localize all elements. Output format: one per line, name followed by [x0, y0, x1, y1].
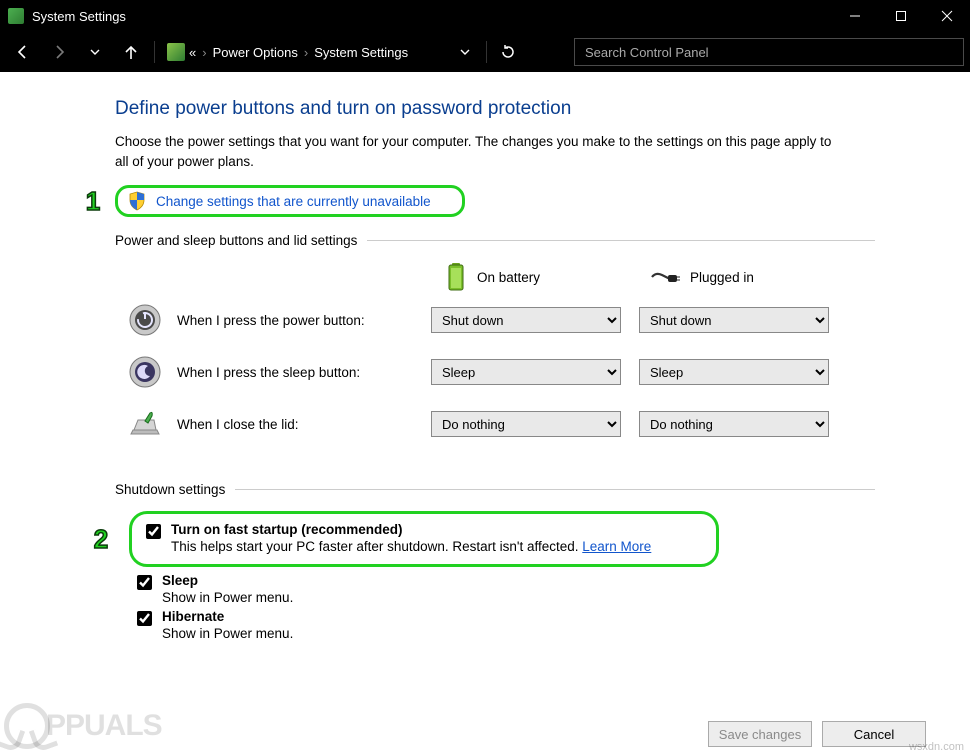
plugged-in-header: Plugged in	[650, 269, 754, 285]
page-description: Choose the power settings that you want …	[115, 132, 835, 171]
power-plugged-select[interactable]: Shut down	[639, 307, 829, 333]
on-battery-header: On battery	[445, 262, 540, 292]
power-button-row: When I press the power button: Shut down…	[127, 302, 875, 338]
separator	[486, 41, 487, 63]
fast-startup-label: Turn on fast startup (recommended)	[171, 522, 651, 537]
location-icon	[167, 43, 185, 61]
search-input[interactable]	[574, 38, 964, 66]
minimize-button[interactable]	[832, 0, 878, 32]
close-button[interactable]	[924, 0, 970, 32]
shutdown-section: Shutdown settings 2 Turn on fast startup…	[115, 482, 875, 645]
watermark-icon	[4, 703, 50, 749]
power-button-label: When I press the power button:	[177, 313, 431, 328]
address-bar[interactable]: « › Power Options › System Settings	[161, 38, 572, 66]
breadcrumb-item-power-options[interactable]: Power Options	[213, 45, 298, 60]
maximize-button[interactable]	[878, 0, 924, 32]
page-title: Define power buttons and turn on passwor…	[115, 98, 875, 120]
window-title: System Settings	[32, 9, 832, 24]
watermark-text: PPUALS	[46, 709, 162, 743]
learn-more-link[interactable]: Learn More	[582, 539, 651, 554]
address-dropdown-button[interactable]	[448, 38, 482, 66]
breadcrumb: « › Power Options › System Settings	[189, 45, 408, 60]
fast-startup-callout: 2 Turn on fast startup (recommended) Thi…	[129, 511, 719, 567]
recent-dropdown-button[interactable]	[78, 38, 112, 66]
fast-startup-desc: This helps start your PC faster after sh…	[171, 539, 651, 554]
hibernate-option-checkbox[interactable]	[137, 611, 152, 626]
hibernate-option-label: Hibernate	[162, 609, 293, 624]
back-button[interactable]	[6, 38, 40, 66]
sleep-option-row: Sleep Show in Power menu.	[137, 573, 875, 605]
buttons-lid-legend: Power and sleep buttons and lid settings	[115, 233, 367, 248]
fast-startup-row: Turn on fast startup (recommended) This …	[146, 522, 708, 554]
lid-battery-select[interactable]: Do nothing	[431, 411, 621, 437]
sleep-button-row: When I press the sleep button: Sleep Sle…	[127, 354, 875, 390]
fast-startup-checkbox[interactable]	[146, 524, 161, 539]
hibernate-option-row: Hibernate Show in Power menu.	[137, 609, 875, 641]
change-settings-callout: 1 Change settings that are currently una…	[115, 185, 465, 217]
change-settings-link[interactable]: Change settings that are currently unava…	[156, 194, 431, 209]
laptop-lid-icon	[127, 406, 163, 442]
titlebar: System Settings	[0, 0, 970, 32]
forward-button[interactable]	[42, 38, 76, 66]
content: Define power buttons and turn on passwor…	[0, 72, 970, 755]
sleep-button-icon	[127, 354, 163, 390]
power-button-icon	[127, 302, 163, 338]
callout-badge-1: 1	[80, 187, 106, 215]
footer: Save changes Cancel	[708, 721, 926, 747]
shutdown-legend: Shutdown settings	[115, 482, 235, 497]
up-button[interactable]	[114, 38, 148, 66]
save-button: Save changes	[708, 721, 812, 747]
callout-badge-2: 2	[88, 525, 114, 553]
sleep-option-checkbox[interactable]	[137, 575, 152, 590]
separator	[154, 41, 155, 63]
shield-icon	[128, 191, 146, 211]
search-box[interactable]	[574, 38, 964, 66]
lid-row: When I close the lid: Do nothing Do noth…	[127, 406, 875, 442]
sleep-battery-select[interactable]: Sleep	[431, 359, 621, 385]
sleep-plugged-select[interactable]: Sleep	[639, 359, 829, 385]
app-icon	[8, 8, 24, 24]
on-battery-label: On battery	[477, 270, 540, 285]
plugged-in-label: Plugged in	[690, 270, 754, 285]
power-battery-select[interactable]: Shut down	[431, 307, 621, 333]
sleep-option-desc: Show in Power menu.	[162, 590, 293, 605]
refresh-button[interactable]	[491, 38, 525, 66]
buttons-lid-section: Power and sleep buttons and lid settings…	[115, 233, 875, 458]
window-controls	[832, 0, 970, 32]
chevron-right-icon[interactable]: ›	[202, 45, 206, 60]
watermark: PPUALS	[4, 703, 162, 749]
sleep-option-label: Sleep	[162, 573, 293, 588]
breadcrumb-item-system-settings[interactable]: System Settings	[314, 45, 408, 60]
sleep-button-label: When I press the sleep button:	[177, 365, 431, 380]
breadcrumb-prefix[interactable]: «	[189, 45, 196, 60]
lid-plugged-select[interactable]: Do nothing	[639, 411, 829, 437]
site-attribution: wsxdn.com	[909, 741, 964, 753]
lid-label: When I close the lid:	[177, 417, 431, 432]
toolbar: « › Power Options › System Settings	[0, 32, 970, 72]
hibernate-option-desc: Show in Power menu.	[162, 626, 293, 641]
plug-icon	[650, 269, 680, 285]
chevron-right-icon[interactable]: ›	[304, 45, 308, 60]
battery-icon	[445, 262, 467, 292]
